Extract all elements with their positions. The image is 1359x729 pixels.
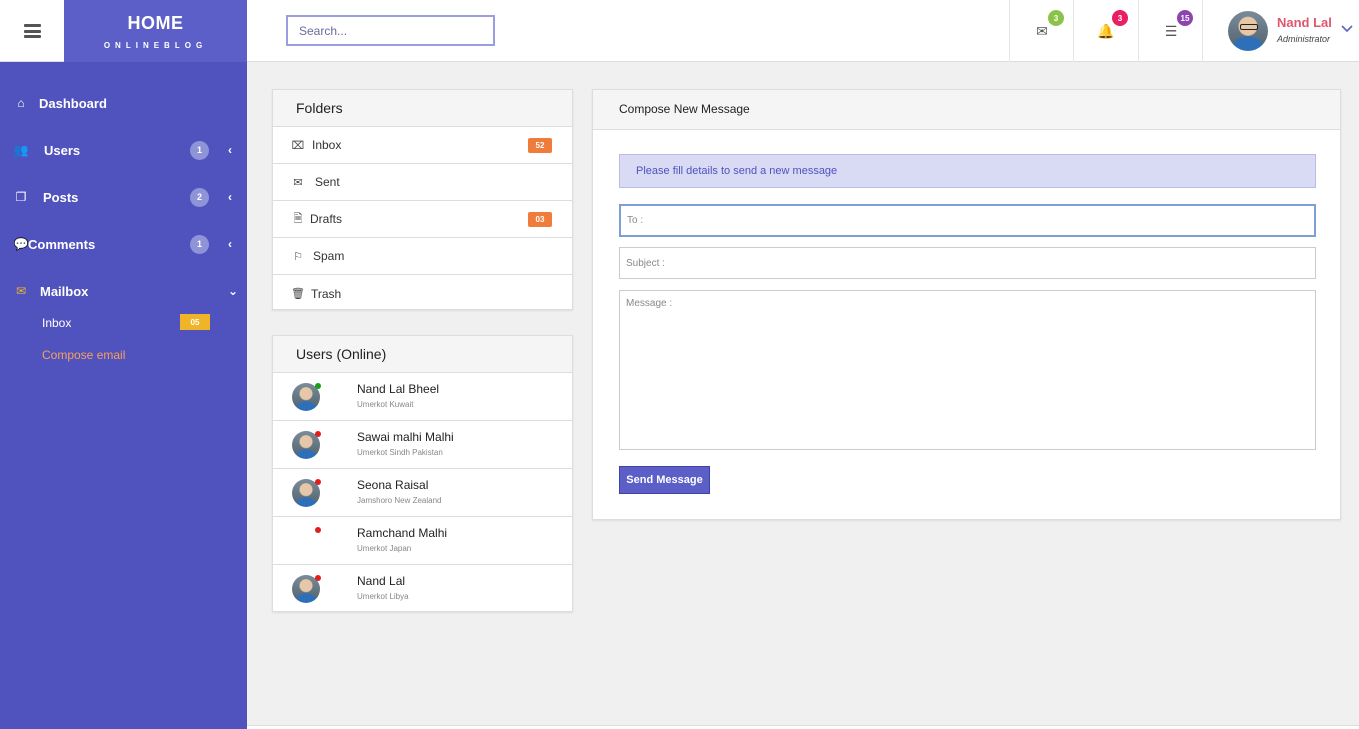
envelope-icon: ✉: [15, 284, 27, 298]
mail-notifications-button[interactable]: ✉ 3: [1009, 0, 1074, 62]
sidebar-subitem-compose-email[interactable]: Compose email: [42, 348, 125, 362]
user-location: Umerkot Libya: [357, 592, 409, 601]
users-icon: 👥: [13, 143, 29, 157]
chevron-left-icon: ‹: [228, 190, 232, 204]
send-message-button[interactable]: Send Message: [619, 466, 710, 494]
user-name: Sawai malhi Malhi: [357, 430, 454, 444]
notification-count-badge: 15: [1177, 10, 1193, 26]
sidebar-subitem-inbox[interactable]: Inbox: [42, 316, 71, 330]
hamburger-icon: [23, 24, 41, 38]
user-name: Seona Raisal: [357, 478, 429, 492]
folder-item-sent[interactable]: ✉ Sent: [273, 164, 572, 201]
sidebar-item-comments[interactable]: 💬 Comments 1 ‹: [0, 229, 247, 259]
posts-icon: ❐: [15, 190, 27, 204]
to-field[interactable]: [619, 204, 1316, 237]
sidebar-item-dashboard[interactable]: ⌂ Dashboard: [0, 88, 247, 118]
mail-icon: ✉: [1036, 23, 1048, 39]
sidebar-item-label: Mailbox: [40, 283, 89, 299]
user-name: Ramchand Malhi: [357, 526, 448, 540]
home-icon: ⌂: [17, 96, 25, 110]
online-status-dot: [315, 383, 321, 389]
compose-panel: Compose New Message Please fill details …: [592, 89, 1341, 520]
avatar: [1228, 11, 1268, 51]
users-online-panel: Users (Online) Nand Lal Bheel Umerkot Kuw…: [272, 335, 573, 612]
user-list-item[interactable]: Sawai malhi Malhi Umerkot Sindh Pakistan: [273, 421, 572, 469]
chevron-left-icon: ‹: [228, 237, 232, 251]
folder-label: Trash: [311, 286, 342, 301]
inbox-count-badge: 05: [180, 314, 210, 330]
user-list-item[interactable]: Nand Lal Bheel Umerkot Kuwait: [273, 373, 572, 421]
folder-label: Sent: [315, 175, 340, 189]
notification-count-badge: 3: [1048, 10, 1064, 26]
sidebar-item-label: Comments: [28, 236, 96, 252]
brand-subtitle: ONLINEBLOG: [103, 41, 208, 50]
trash-icon: 🗑: [291, 288, 305, 300]
folder-count-badge: 52: [528, 137, 552, 153]
sidebar-item-label: Users: [44, 142, 81, 158]
profile-name: Nand Lal: [1277, 15, 1332, 30]
chevron-down-icon: [1341, 22, 1353, 36]
chevron-down-icon: ⌄: [228, 284, 239, 298]
envelope-icon: ✉: [293, 176, 303, 189]
folder-item-inbox[interactable]: ⌧ Inbox 52: [273, 127, 572, 164]
user-list-item[interactable]: Seona Raisal Jamshoro New Zealand: [273, 469, 572, 517]
flag-icon: ⚐: [293, 250, 303, 263]
folder-label: Spam: [313, 249, 345, 263]
online-status-dot: [315, 479, 321, 485]
profile-menu[interactable]: Nand Lal Administrator: [1202, 0, 1359, 62]
notification-count-badge: 3: [1112, 10, 1128, 26]
user-name: Nand Lal: [357, 574, 406, 588]
tasks-notifications-button[interactable]: ☰ 15: [1138, 0, 1203, 62]
compose-title: Compose New Message: [593, 90, 1340, 130]
info-alert: Please fill details to send a new messag…: [619, 154, 1316, 188]
folder-item-trash[interactable]: 🗑 Trash: [273, 275, 572, 312]
subject-field[interactable]: [619, 247, 1316, 279]
sidebar-item-users[interactable]: 👥 Users 1 ‹: [0, 135, 247, 165]
inbox-icon: ⌧: [291, 139, 305, 152]
online-status-dot: [315, 527, 321, 533]
top-bar: HOME ONLINEBLOG ✉3🔔3☰15 Nand Lal Adminis…: [0, 0, 1359, 62]
user-location: Umerkot Sindh Pakistan: [357, 448, 443, 457]
users-online-title: Users (Online): [273, 336, 572, 373]
chevron-left-icon: ‹: [228, 143, 232, 157]
online-status-dot: [315, 431, 321, 437]
folder-count-badge: 03: [528, 211, 552, 227]
folder-item-spam[interactable]: ⚐ Spam: [273, 238, 572, 275]
sidebar-item-mailbox[interactable]: ✉ Mailbox ⌄: [0, 276, 247, 306]
folders-panel: Folders ⌧ Inbox 52 ✉ Sent 🗎 Drafts 03 ⚐ Spam 🗑 Tras…: [272, 89, 573, 310]
count-badge: 1: [190, 234, 209, 254]
user-location: Umerkot Kuwait: [357, 400, 414, 409]
online-status-dot: [315, 575, 321, 581]
bell-notifications-button[interactable]: 🔔 3: [1073, 0, 1138, 62]
folder-item-drafts[interactable]: 🗎 Drafts 03: [273, 201, 572, 238]
folders-title: Folders: [273, 90, 572, 127]
folder-label: Inbox: [312, 138, 342, 152]
sidebar: ⌂ Dashboard 👥 Users 1 ‹ ❐ Posts 2 ‹ 💬 Comments 1 ‹ ✉ Ma…: [0, 62, 247, 729]
count-badge: 2: [190, 187, 209, 207]
footer: [247, 725, 1359, 729]
user-location: Jamshoro New Zealand: [357, 496, 442, 505]
user-list-item[interactable]: Nand Lal Umerkot Libya: [273, 565, 572, 613]
bell-icon: 🔔: [1097, 23, 1115, 39]
sidebar-item-posts[interactable]: ❐ Posts 2 ‹: [0, 182, 247, 212]
sidebar-item-label: Posts: [43, 189, 79, 205]
menu-toggle-button[interactable]: [0, 0, 64, 62]
search-input[interactable]: [286, 15, 495, 46]
sidebar-item-label: Dashboard: [39, 95, 107, 111]
message-field[interactable]: [619, 290, 1316, 450]
tasks-icon: ☰: [1164, 23, 1178, 39]
brand-logo[interactable]: HOME ONLINEBLOG: [64, 0, 247, 62]
profile-role: Administrator: [1277, 34, 1331, 44]
count-badge: 1: [190, 140, 209, 160]
folder-label: Drafts: [310, 212, 343, 226]
user-list-item[interactable]: Ramchand Malhi Umerkot Japan: [273, 517, 572, 565]
document-icon: 🗎: [293, 212, 303, 225]
brand-title: HOME: [127, 13, 184, 33]
user-location: Umerkot Japan: [357, 544, 412, 553]
user-name: Nand Lal Bheel: [357, 382, 440, 396]
